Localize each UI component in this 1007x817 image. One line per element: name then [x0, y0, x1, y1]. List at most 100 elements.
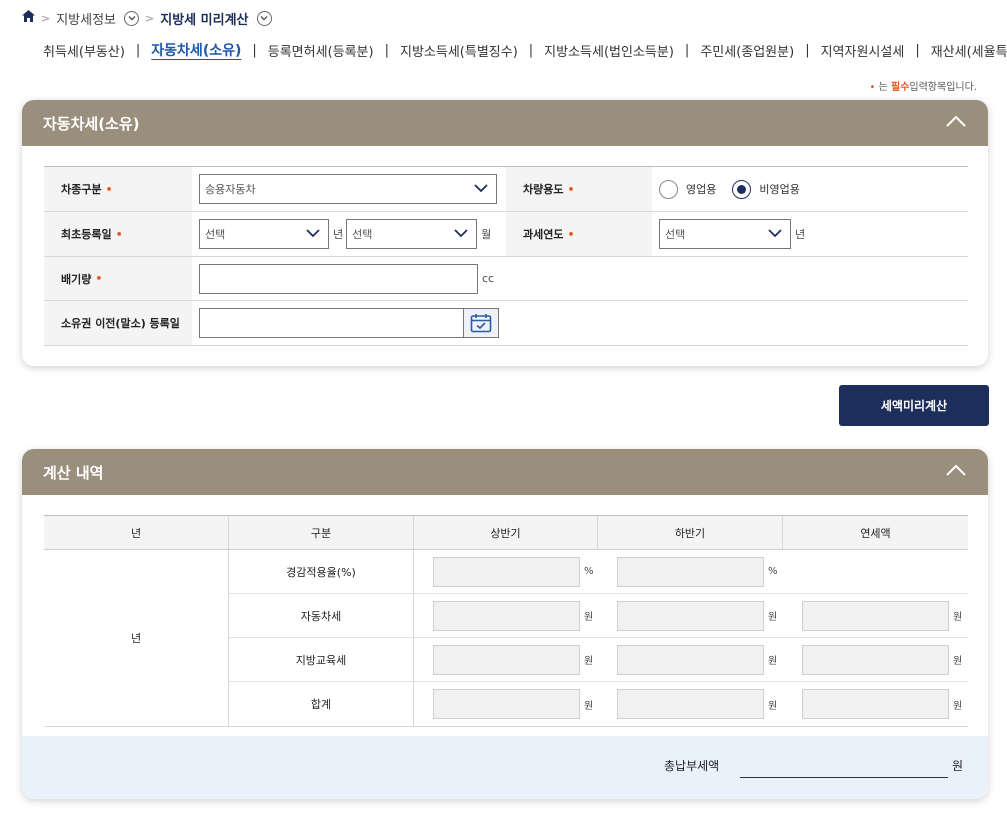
first-reg-month-select[interactable]: 선택 — [346, 219, 478, 249]
panel-title: 계산 내역 — [43, 463, 104, 482]
required-note-prefix: 는 — [878, 82, 888, 93]
chevron-down-icon[interactable] — [124, 10, 140, 26]
tab-vehicle-tax[interactable]: 자동차세(소유) — [150, 40, 242, 60]
tax-type-tabs: 취득세(부동산) | 자동차세(소유) | 등록면허세(등록분) | 지방소득세… — [42, 40, 1007, 60]
chevron-down-icon — [454, 228, 468, 238]
year-unit: 년 — [333, 228, 344, 241]
first-reg-year-select[interactable]: 선택 — [199, 219, 329, 249]
tax-year-unit: 년 — [795, 228, 806, 241]
radio-circle[interactable] — [659, 179, 678, 199]
home-icon[interactable] — [22, 10, 35, 26]
displacement-unit: cc — [482, 272, 495, 285]
tax-year-cell: 선택 년 — [652, 212, 968, 256]
chevron-right-icon: > — [41, 11, 51, 25]
form-row: 소유권 이전(말소) 등록일 — [44, 301, 968, 346]
vehicle-tax-form-panel: 자동차세(소유) 차종구분 • 승용자동차 차량용도 • 영업용 비영업용 최초등록… — [22, 100, 988, 366]
tab-acquisition-tax[interactable]: 취득세(부동산) — [42, 41, 126, 60]
transfer-date-input[interactable] — [199, 308, 463, 338]
result-output — [433, 644, 580, 675]
unit: 원 — [768, 656, 778, 667]
result-output — [617, 644, 764, 675]
second-half-cell: % — [598, 550, 783, 593]
form-row: 차종구분 • 승용자동차 차량용도 • 영업용 비영업용 — [44, 167, 968, 212]
result-output — [433, 556, 580, 587]
chevron-down-icon — [474, 183, 488, 193]
chevron-right-icon: > — [145, 11, 155, 25]
unit: 원 — [768, 700, 778, 712]
calendar-icon[interactable] — [463, 308, 499, 338]
result-output — [433, 689, 580, 719]
breadcrumb-level2[interactable]: 지방세 미리계산 — [160, 9, 248, 28]
tab-resident-tax-employee[interactable]: 주민세(종업원분) — [699, 41, 795, 60]
tab-divider: | — [684, 42, 690, 58]
breadcrumb: > 지방세정보 > 지방세 미리계산 — [22, 8, 272, 28]
tab-property-tax-special[interactable]: 재산세(세율특례) — [930, 41, 1007, 60]
tab-local-income-tax-withholding[interactable]: 지방소득세(특별징수) — [399, 41, 519, 60]
row-label: 합계 — [229, 682, 414, 726]
second-half-cell: 원 — [598, 594, 783, 637]
result-output — [617, 556, 764, 587]
total-tax-label: 총납부세액 — [664, 759, 720, 773]
table-row: 자동차세 원 원 원 — [229, 594, 968, 638]
annual-cell — [783, 550, 968, 593]
first-registration-cell: 선택 년 선택 월 — [192, 212, 506, 256]
header-annual: 연세액 — [860, 526, 891, 540]
row-label: 경감적용율(%) — [229, 550, 414, 593]
vehicle-type-cell: 승용자동차 — [192, 167, 506, 211]
header-second-half: 하반기 — [598, 516, 783, 549]
result-output — [802, 600, 949, 631]
table-header: 년 구분 상반기 하반기 연세액 — [44, 516, 968, 550]
result-output — [802, 644, 949, 675]
month-unit: 월 — [481, 228, 492, 241]
annual-cell: 원 — [783, 594, 968, 637]
first-half-cell: 원 — [414, 682, 598, 726]
vehicle-type-select[interactable]: 승용자동차 — [199, 174, 497, 204]
year-cell: 년 — [44, 550, 229, 727]
table-body: 년 경감적용율(%) % % 자동차세 원 원 원 지방교육세 원 원 원 합계… — [44, 550, 968, 727]
unit: 원 — [953, 700, 963, 712]
annual-cell: 원 — [783, 638, 968, 681]
unit: 원 — [953, 656, 963, 667]
table-row: 지방교육세 원 원 원 — [229, 638, 968, 682]
chevron-up-icon[interactable] — [946, 463, 966, 479]
displacement-input[interactable] — [199, 263, 478, 294]
panel-header: 자동차세(소유) — [22, 100, 988, 146]
panel-title: 자동차세(소유) — [43, 114, 140, 133]
unit: 원 — [768, 612, 778, 623]
breadcrumb-level1[interactable]: 지방세정보 — [56, 9, 116, 28]
table-row: 경감적용율(%) % % — [229, 550, 968, 594]
result-output — [802, 689, 949, 719]
total-tax-bar: 총납부세액 원 — [22, 736, 988, 799]
form-row: 최초등록일 • 선택 년 선택 월 과세연도 • 선택 년 — [44, 212, 968, 257]
tab-divider: | — [384, 42, 389, 58]
tab-divider: | — [528, 42, 534, 58]
required-note-keyword: 필수 — [891, 82, 910, 93]
tab-registration-license-tax[interactable]: 등록면허세(등록분) — [267, 41, 375, 60]
radio-circle-selected[interactable] — [732, 179, 752, 199]
unit: % — [768, 566, 778, 577]
unit: 원 — [584, 656, 594, 667]
vehicle-type-value: 승용자동차 — [205, 183, 256, 196]
unit: % — [584, 566, 594, 577]
chevron-down-icon — [768, 228, 782, 238]
calculate-button[interactable]: 세액미리계산 — [839, 385, 989, 426]
annual-cell: 원 — [783, 682, 968, 726]
first-registration-label: 최초등록일 • — [44, 212, 192, 256]
tab-divider: | — [805, 42, 810, 58]
chevron-up-icon[interactable] — [946, 114, 966, 130]
radio-non-commercial[interactable]: 비영업용 — [732, 179, 800, 199]
total-tax-unit: 원 — [952, 759, 964, 773]
form-row: 배기량 • cc — [44, 257, 968, 301]
table-row: 합계 원 원 원 — [229, 682, 968, 727]
unit: 원 — [584, 700, 594, 712]
tab-local-income-tax-corporate[interactable]: 지방소득세(법인소득분) — [543, 41, 675, 60]
tax-year-label: 과세연도 • — [506, 212, 652, 256]
result-output — [433, 600, 580, 631]
radio-commercial[interactable]: 영업용 — [659, 179, 716, 199]
tab-regional-resource-tax[interactable]: 지역자원시설세 — [820, 41, 906, 60]
tax-year-select[interactable]: 선택 — [659, 219, 791, 249]
required-note-suffix: 입력항목입니다. — [909, 82, 977, 93]
transfer-date-cell — [192, 301, 968, 345]
result-output — [617, 600, 764, 631]
chevron-down-icon[interactable] — [256, 10, 272, 26]
